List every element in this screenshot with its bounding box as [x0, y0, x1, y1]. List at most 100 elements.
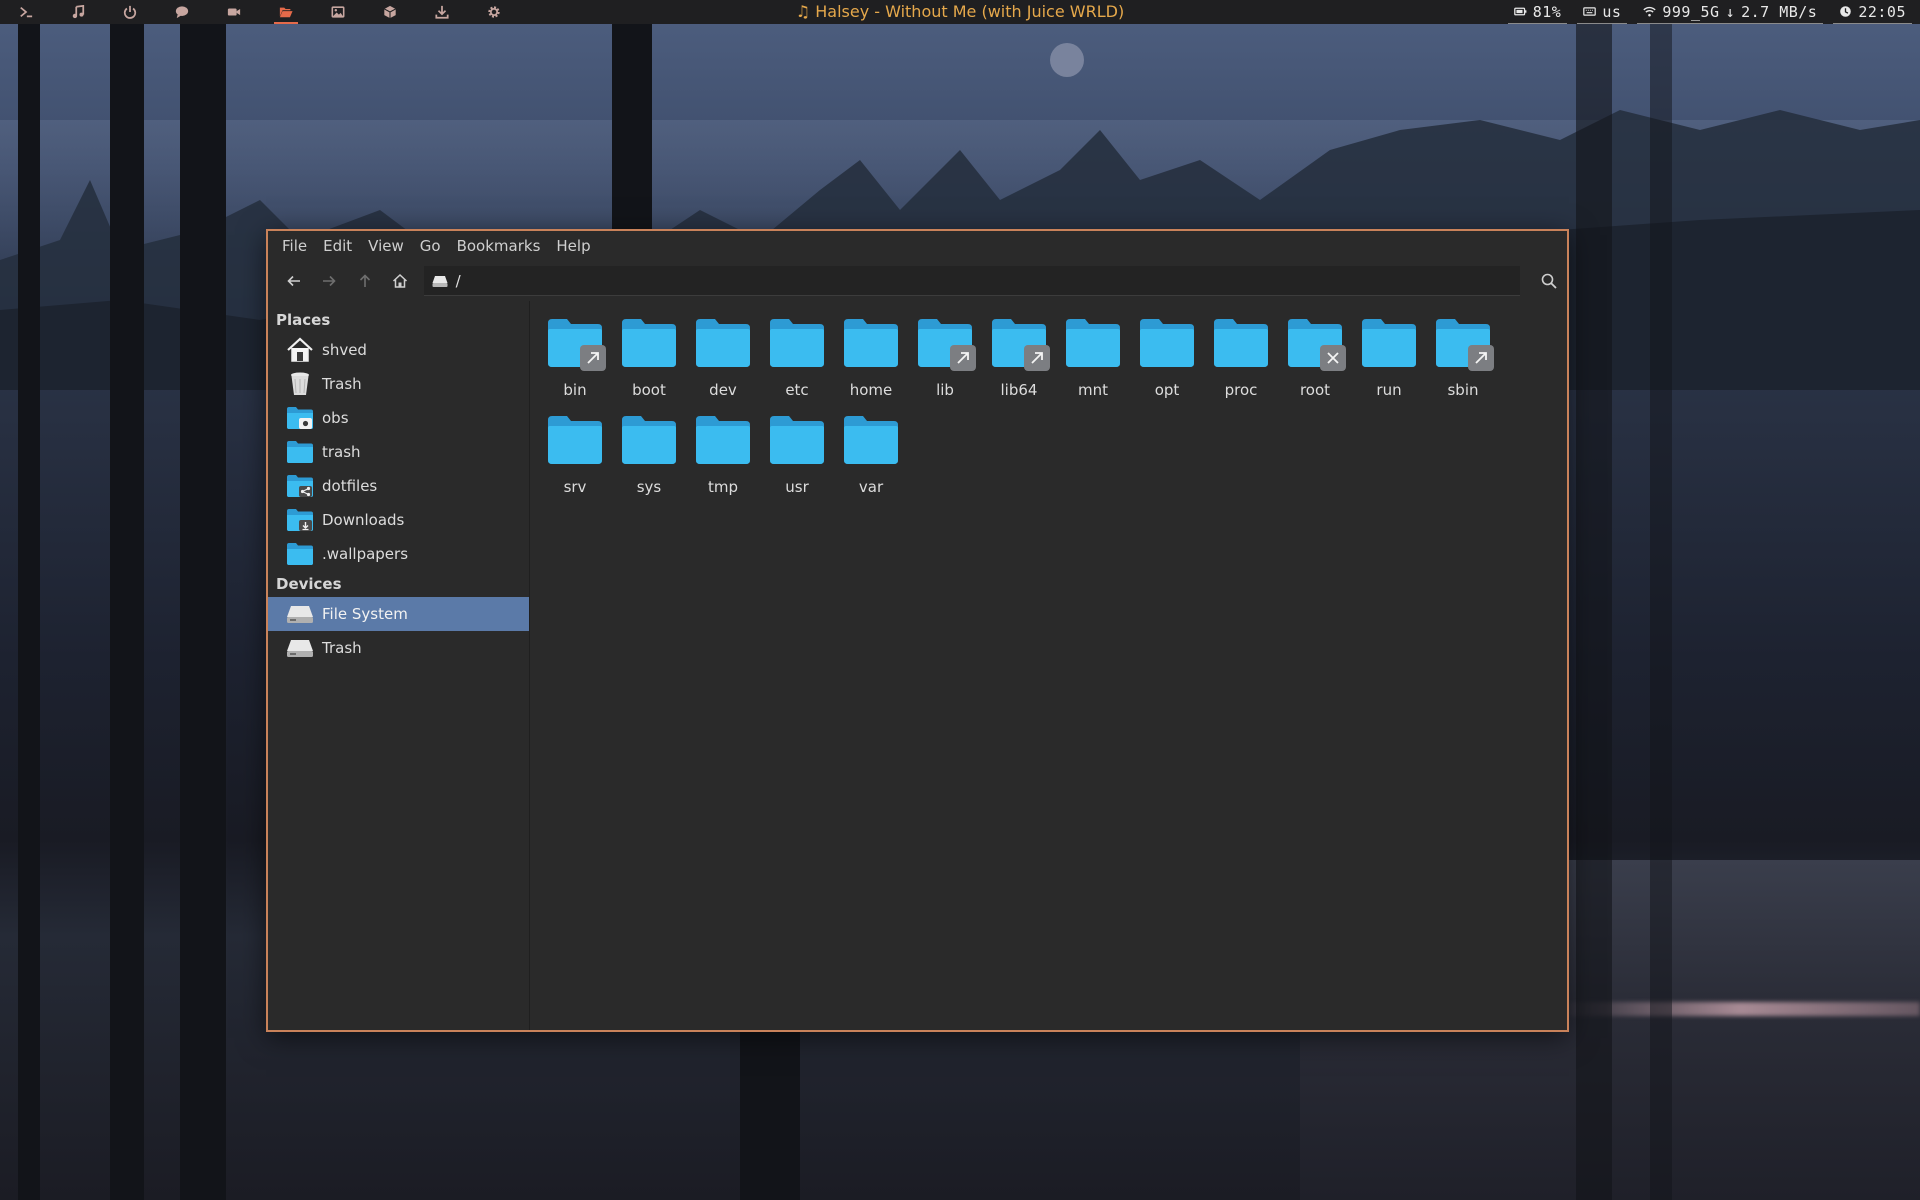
file-item-sys[interactable]: sys [612, 408, 686, 505]
file-grid: bin boot dev etc home lib lib64 mnt opt proc root r… [538, 311, 1567, 505]
sidebar-item-trash-device[interactable]: Trash [268, 631, 529, 665]
wallpaper-tree-trunk [740, 1030, 800, 1200]
sidebar-item-obs[interactable]: obs [268, 401, 529, 435]
symlink-arrow-icon [1468, 345, 1494, 371]
file-item-dev[interactable]: dev [686, 311, 760, 408]
sidebar-item-trash-folder[interactable]: trash [268, 435, 529, 469]
folder-icon [1362, 319, 1416, 367]
file-item-sbin[interactable]: sbin [1426, 311, 1500, 408]
menu-bookmarks[interactable]: Bookmarks [449, 231, 549, 261]
sidebar-item-label: File System [322, 605, 408, 623]
keyboard-layout: us [1602, 2, 1622, 21]
wifi-icon [1643, 6, 1657, 17]
file-manager-window: File Edit View Go Bookmarks Help / Place… [266, 229, 1569, 1032]
menu-help[interactable]: Help [548, 231, 598, 261]
file-icon [990, 317, 1050, 371]
arrow-left-icon [287, 275, 300, 287]
sidebar-item-dotfiles[interactable]: dotfiles [268, 469, 529, 503]
workspace-chat[interactable] [156, 0, 208, 24]
folder-icon [1214, 319, 1268, 367]
search-button[interactable] [1532, 266, 1567, 296]
workspace-images[interactable] [312, 0, 364, 24]
now-playing-widget[interactable]: ♫ Halsey - Without Me (with Juice WRLD) [796, 2, 1124, 21]
sidebar-item-file-system[interactable]: File System [268, 597, 529, 631]
workspace-music[interactable] [52, 0, 104, 24]
clock-module[interactable]: 22:05 [1833, 0, 1912, 24]
home-icon [392, 273, 407, 288]
file-label: lib [936, 381, 954, 399]
file-item-lib64[interactable]: lib64 [982, 311, 1056, 408]
file-item-lib[interactable]: lib [908, 311, 982, 408]
sidebar-item-downloads[interactable]: Downloads [268, 503, 529, 537]
workspace-3d[interactable] [364, 0, 416, 24]
wallpaper-tree-trunk [612, 24, 652, 244]
file-item-tmp[interactable]: tmp [686, 408, 760, 505]
symlink-arrow-icon [580, 345, 606, 371]
file-label: home [849, 381, 893, 399]
file-item-opt[interactable]: opt [1130, 311, 1204, 408]
symlink-arrow-icon [1024, 345, 1050, 371]
back-button[interactable] [276, 266, 311, 296]
sidebar-item-shved[interactable]: shved [268, 333, 529, 367]
drive-icon [286, 601, 314, 627]
window-body: Places shved Trash obs trash dotfiles Do… [268, 301, 1567, 1030]
location-bar[interactable]: / [423, 266, 1520, 296]
workspace-terminal[interactable] [0, 0, 52, 24]
file-label: sbin [1447, 381, 1479, 399]
file-icon [1434, 317, 1494, 371]
workspace-downloads[interactable] [416, 0, 468, 24]
menu-view[interactable]: View [360, 231, 412, 261]
workspace-files[interactable] [260, 0, 312, 24]
keyboard-module[interactable]: us [1577, 0, 1628, 24]
file-item-mnt[interactable]: mnt [1056, 311, 1130, 408]
file-item-run[interactable]: run [1352, 311, 1426, 408]
trash-bin-graphic [291, 372, 309, 395]
file-item-etc[interactable]: etc [760, 311, 834, 408]
sidebar-item-label: dotfiles [322, 477, 378, 495]
file-item-srv[interactable]: srv [538, 408, 612, 505]
workspace-power[interactable] [104, 0, 156, 24]
file-item-usr[interactable]: usr [760, 408, 834, 505]
file-view[interactable]: bin boot dev etc home lib lib64 mnt opt proc root r… [530, 301, 1567, 1030]
forward-button[interactable] [311, 266, 346, 296]
file-label: etc [785, 381, 809, 399]
folder-icon [844, 319, 898, 367]
sidebar-item-label: Downloads [322, 511, 405, 529]
clock-icon [1840, 6, 1852, 17]
sidebar-item-wallpapers[interactable]: .wallpapers [268, 537, 529, 571]
file-item-boot[interactable]: boot [612, 311, 686, 408]
folder-icon [286, 541, 314, 567]
folder-graphic [287, 441, 313, 463]
music-note-icon: ♫ [795, 2, 811, 21]
drive-graphic [287, 606, 313, 623]
file-label: run [1376, 381, 1402, 399]
workspace-settings[interactable] [468, 0, 520, 24]
file-item-home[interactable]: home [834, 311, 908, 408]
home-button[interactable] [382, 266, 417, 296]
sidebar-item-label: obs [322, 409, 349, 427]
file-label: lib64 [1000, 381, 1038, 399]
file-item-root[interactable]: root [1278, 311, 1352, 408]
arrow-up-icon [359, 274, 370, 287]
wifi-module[interactable]: 999_5G ↓ 2.7 MB/s [1637, 0, 1824, 24]
download-folder-icon [286, 507, 314, 533]
file-label: tmp [707, 478, 738, 496]
workspace-video[interactable] [208, 0, 260, 24]
sidebar-item-label: Trash [322, 375, 362, 393]
sidebar-item-trash[interactable]: Trash [268, 367, 529, 401]
parent-folder-button[interactable] [347, 266, 382, 296]
sidebar-item-label: trash [322, 443, 361, 461]
battery-module[interactable]: 81% [1507, 0, 1568, 24]
menu-edit[interactable]: Edit [315, 231, 360, 261]
file-item-bin[interactable]: bin [538, 311, 612, 408]
file-icon [1138, 317, 1196, 369]
file-item-var[interactable]: var [834, 408, 908, 505]
folder-icon [286, 439, 314, 465]
file-icon [694, 317, 752, 369]
file-icon [842, 317, 900, 369]
battery-percent: 81% [1532, 2, 1562, 21]
file-item-proc[interactable]: proc [1204, 311, 1278, 408]
toolbar: / [268, 261, 1567, 301]
menu-file[interactable]: File [274, 231, 315, 261]
menu-go[interactable]: Go [412, 231, 449, 261]
